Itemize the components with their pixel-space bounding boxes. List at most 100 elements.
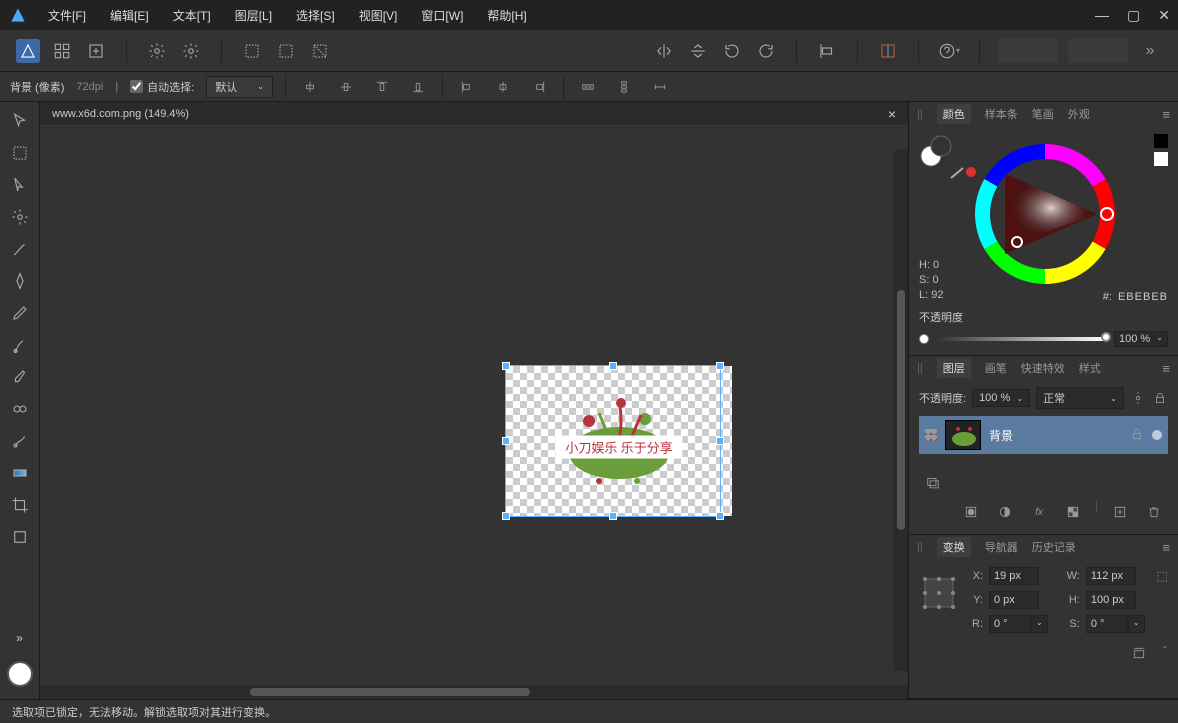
opacity-slider[interactable] <box>937 337 1106 341</box>
distribute-space-icon[interactable] <box>648 75 672 99</box>
document-tab[interactable]: www.x6d.com.png (149.4%) × <box>40 102 908 126</box>
layer-mask-icon[interactable] <box>959 500 983 524</box>
flip-horizontal-icon[interactable] <box>652 39 676 63</box>
help-icon[interactable]: ▾ <box>937 39 961 63</box>
tab-history[interactable]: 历史记录 <box>1032 539 1076 555</box>
tab-stroke[interactable]: 笔画 <box>1032 106 1054 122</box>
align-center-h-icon[interactable] <box>298 75 322 99</box>
toolbar-overflow-2[interactable] <box>1068 39 1128 63</box>
marquee-dots-icon[interactable] <box>240 39 264 63</box>
handle-bottom-center[interactable] <box>609 512 617 520</box>
layer-visible-dot-icon[interactable] <box>1152 430 1162 440</box>
handle-middle-left[interactable] <box>502 437 510 445</box>
toolbar-overflow-1[interactable] <box>998 39 1058 63</box>
gear-icon[interactable] <box>145 39 169 63</box>
brush-blue-tool-icon[interactable] <box>6 332 34 358</box>
move-tool-icon[interactable] <box>6 108 34 134</box>
y-field[interactable] <box>989 591 1039 609</box>
layer-fx2-icon[interactable]: fx <box>1027 500 1051 524</box>
panel-menu-icon[interactable]: ≡ <box>1162 107 1170 122</box>
handle-top-center[interactable] <box>609 362 617 370</box>
hex-value[interactable]: EBEBEB <box>1118 291 1168 303</box>
canvas-image[interactable]: 小刀娱乐 乐于分享 <box>506 366 732 516</box>
opacity-value-field[interactable]: 100 %⌄ <box>1114 331 1168 347</box>
node-tool-icon[interactable] <box>6 172 34 198</box>
pencil-tool-icon[interactable] <box>6 300 34 326</box>
distribute-v-icon[interactable] <box>612 75 636 99</box>
close-button[interactable]: ✕ <box>1158 7 1170 24</box>
expand-tools-icon[interactable]: » <box>16 631 23 645</box>
transform-dropdown-icon[interactable]: ⌄ <box>1161 641 1168 665</box>
transform-action1-icon[interactable] <box>1127 641 1151 665</box>
minimize-button[interactable]: — <box>1095 7 1109 23</box>
layer-add-icon[interactable] <box>1108 500 1132 524</box>
flip-vertical-icon[interactable] <box>686 39 710 63</box>
menu-file[interactable]: 文件[F] <box>48 7 86 24</box>
clone-tool-icon[interactable] <box>6 396 34 422</box>
heal-tool-icon[interactable] <box>6 428 34 454</box>
marquee-tool-icon[interactable] <box>6 140 34 166</box>
swatch-black[interactable] <box>1154 134 1168 148</box>
color-swap-icon[interactable] <box>919 134 953 168</box>
toolbar-chevron-icon[interactable]: » <box>1138 39 1162 63</box>
align-right-sub-icon[interactable] <box>527 75 551 99</box>
gradient-tool-icon[interactable] <box>6 460 34 486</box>
scrollbar-horizontal[interactable] <box>40 685 908 699</box>
menu-text[interactable]: 文本[T] <box>173 7 211 24</box>
menu-help[interactable]: 帮助[H] <box>487 7 526 24</box>
align-center-v-icon[interactable] <box>334 75 358 99</box>
brush-red-tool-icon[interactable] <box>6 236 34 262</box>
tab-appearance[interactable]: 外观 <box>1068 106 1090 122</box>
anchor-selector[interactable] <box>919 573 959 613</box>
align-left-sub-icon[interactable] <box>455 75 479 99</box>
layer-opacity-field[interactable]: 100 %⌄ <box>972 389 1030 407</box>
foreground-color-swatch[interactable] <box>7 661 33 687</box>
close-tab-icon[interactable]: × <box>888 106 896 122</box>
deselect-icon[interactable] <box>308 39 332 63</box>
x-field[interactable] <box>989 567 1039 585</box>
opacity-slider-thumb[interactable] <box>1101 332 1111 342</box>
crop-tool-icon[interactable] <box>6 492 34 518</box>
rectangle-tool-icon[interactable] <box>6 524 34 550</box>
select-all-icon[interactable] <box>274 39 298 63</box>
menu-view[interactable]: 视图[V] <box>359 7 398 24</box>
layer-visibility-checker-icon[interactable] <box>925 429 937 441</box>
menu-layer[interactable]: 图层[L] <box>235 7 272 24</box>
panel-menu-icon[interactable]: ≡ <box>1162 361 1170 376</box>
opacity-start-handle[interactable] <box>919 334 929 344</box>
align-top-icon[interactable] <box>370 75 394 99</box>
eyedropper-picker-icon[interactable] <box>949 166 977 180</box>
handle-middle-right[interactable] <box>716 437 724 445</box>
tab-swatches[interactable]: 样本条 <box>985 106 1018 122</box>
layer-delete-icon[interactable] <box>1142 500 1166 524</box>
handle-top-right[interactable] <box>716 362 724 370</box>
tab-navigator[interactable]: 导航器 <box>985 539 1018 555</box>
h-field[interactable] <box>1086 591 1136 609</box>
tab-styles[interactable]: 样式 <box>1079 360 1101 376</box>
r-field[interactable] <box>989 615 1031 633</box>
layer-adjust-icon[interactable] <box>993 500 1017 524</box>
tab-transform[interactable]: 变换 <box>937 537 971 557</box>
handle-bottom-left[interactable] <box>502 512 510 520</box>
arrange-icon[interactable] <box>84 39 108 63</box>
distribute-h-icon[interactable] <box>576 75 600 99</box>
grid-icon[interactable] <box>50 39 74 63</box>
layer-lock-icon[interactable] <box>1152 386 1168 410</box>
blend-mode-dropdown[interactable]: 正常⌄ <box>1036 387 1124 409</box>
snap-icon[interactable] <box>876 39 900 63</box>
align-left-icon[interactable] <box>815 39 839 63</box>
cog-tool-icon[interactable] <box>6 204 34 230</box>
layer-group-icon[interactable] <box>921 470 945 494</box>
color-wheel[interactable] <box>965 134 1125 294</box>
tab-brushes[interactable]: 画笔 <box>985 360 1007 376</box>
tab-effects[interactable]: 快速特效 <box>1021 360 1065 376</box>
gear-red-icon[interactable] <box>179 39 203 63</box>
align-bottom-icon[interactable] <box>406 75 430 99</box>
canvas-viewport[interactable]: 小刀娱乐 乐于分享 <box>40 126 908 685</box>
menu-window[interactable]: 窗口[W] <box>421 7 463 24</box>
maximize-button[interactable]: ▢ <box>1127 7 1140 24</box>
menu-edit[interactable]: 编辑[E] <box>110 7 149 24</box>
handle-top-left[interactable] <box>502 362 510 370</box>
rotate-ccw-icon[interactable] <box>720 39 744 63</box>
panel-menu-icon[interactable]: ≡ <box>1162 540 1170 555</box>
